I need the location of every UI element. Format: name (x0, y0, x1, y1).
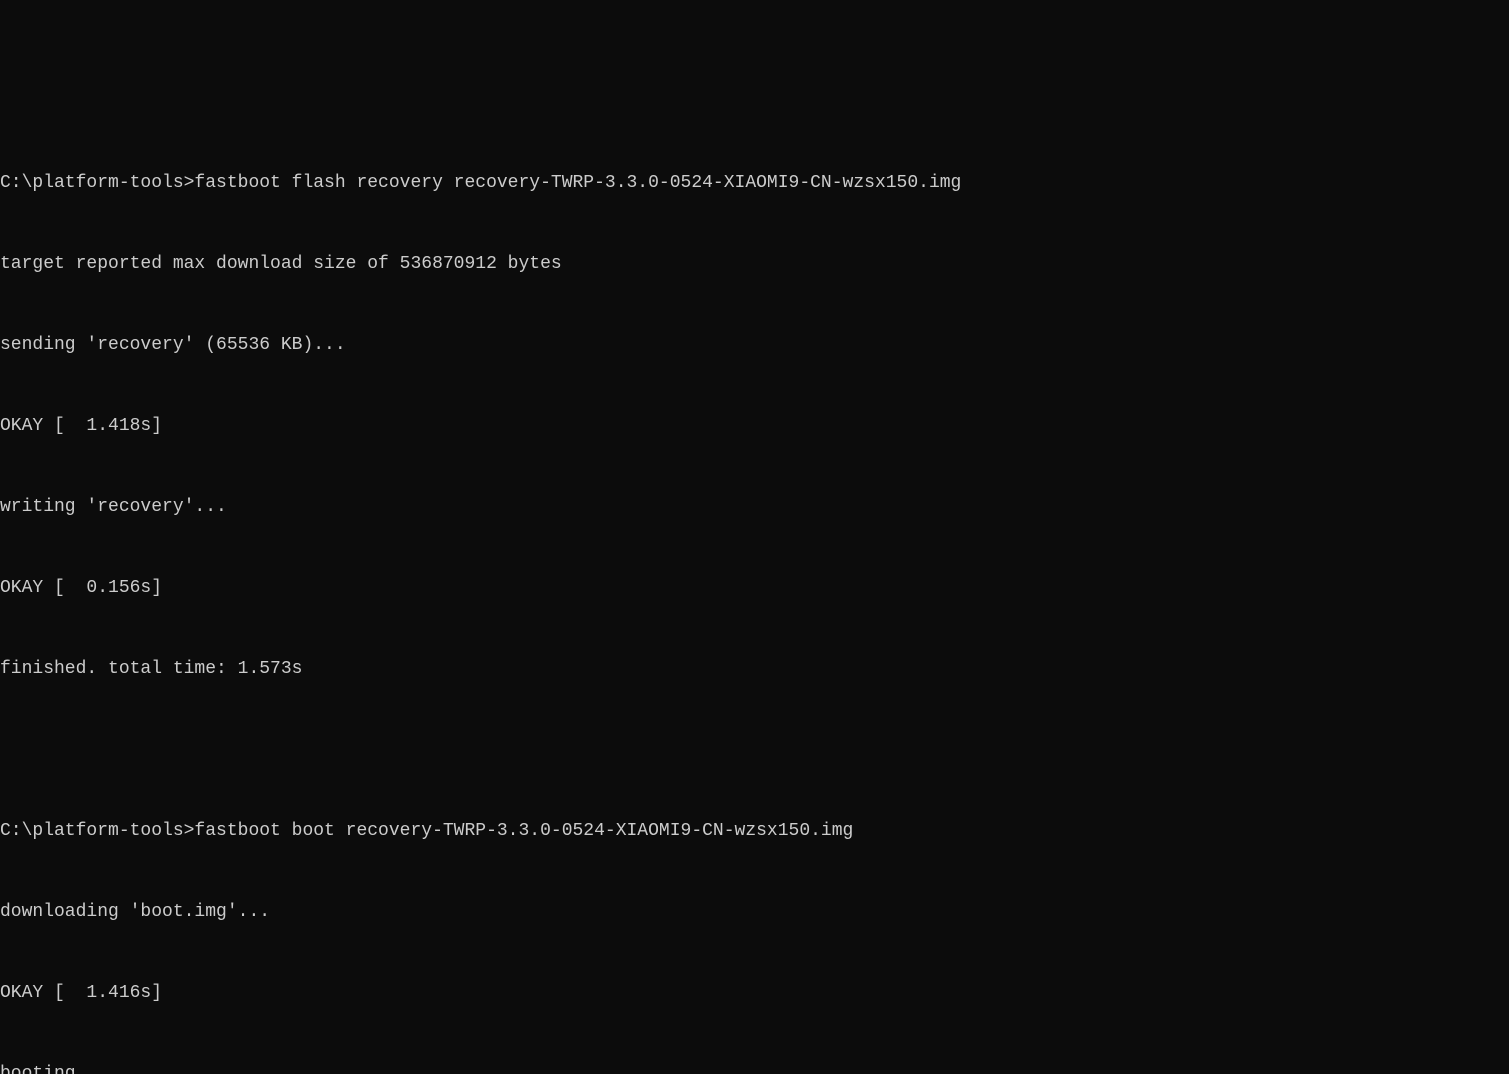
terminal-output[interactable]: C:\platform-tools>fastboot flash recover… (0, 116, 1509, 1074)
terminal-line: finished. total time: 1.573s (0, 656, 1509, 683)
terminal-line: downloading 'boot.img'... (0, 899, 1509, 926)
terminal-line: C:\platform-tools>fastboot boot recovery… (0, 818, 1509, 845)
terminal-line: booting... (0, 1061, 1509, 1074)
terminal-line-blank (0, 737, 1509, 764)
terminal-line: OKAY [ 1.416s] (0, 980, 1509, 1007)
terminal-line: writing 'recovery'... (0, 494, 1509, 521)
terminal-line: OKAY [ 0.156s] (0, 575, 1509, 602)
terminal-line: C:\platform-tools>fastboot flash recover… (0, 170, 1509, 197)
terminal-line: sending 'recovery' (65536 KB)... (0, 332, 1509, 359)
terminal-line: target reported max download size of 536… (0, 251, 1509, 278)
terminal-line: OKAY [ 1.418s] (0, 413, 1509, 440)
